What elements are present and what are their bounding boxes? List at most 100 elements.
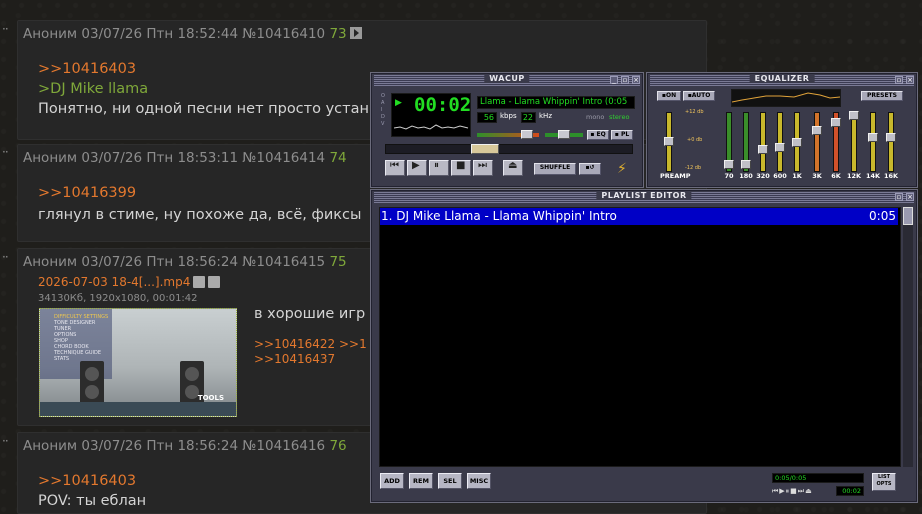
eq-band-slider[interactable] — [760, 112, 766, 172]
close-icon[interactable]: × — [906, 193, 914, 201]
post-number[interactable]: №10416410 — [242, 26, 325, 42]
eq-curve-graph — [731, 89, 841, 107]
visualizer[interactable] — [394, 118, 470, 134]
reply-link[interactable]: >>10416403 — [38, 471, 136, 491]
eq-band-handle[interactable] — [812, 126, 822, 135]
playlist-window[interactable]: PLAYLIST EDITOR ▫ × — [370, 189, 918, 503]
eq-band-handle[interactable] — [849, 111, 859, 120]
wacup-logo-icon[interactable]: ⚡ — [617, 161, 637, 179]
time-display[interactable]: ▶ 00:02 — [391, 93, 471, 137]
close-icon[interactable]: × — [632, 76, 640, 84]
post-number[interactable]: №10416416 — [242, 438, 325, 454]
mono-indicator: mono — [586, 113, 605, 121]
video-thumbnail[interactable]: DIFFICULTY SETTINGS TONE DESIGNER TUNER … — [39, 308, 237, 417]
shade-icon[interactable]: ▫ — [895, 193, 903, 201]
play-icon[interactable] — [349, 27, 362, 39]
post-author[interactable]: Аноним — [23, 26, 77, 42]
mini-transport[interactable]: ⏮▶⏸■⏭⏏ — [772, 487, 813, 496]
stereo-indicator: stereo — [609, 113, 630, 121]
playlist-scrollbar[interactable] — [903, 207, 913, 467]
player-titlebar[interactable]: WACUP _ ▫ × — [374, 74, 640, 86]
playlist-item[interactable]: 1. DJ Mike Llama - Llama Whippin' Intro … — [380, 208, 898, 225]
balance-handle[interactable] — [558, 130, 570, 139]
close-icon[interactable]: × — [906, 76, 914, 84]
volume-handle[interactable] — [521, 130, 533, 139]
select-button[interactable]: SEL — [438, 473, 462, 489]
seek-bar[interactable] — [385, 144, 633, 154]
reply-link[interactable]: >>10416399 — [38, 183, 136, 203]
eq-band-label: 1K — [792, 172, 802, 180]
eq-band-handle[interactable] — [724, 160, 734, 169]
pause-icon: ⏸ — [434, 160, 439, 171]
pause-button[interactable] — [429, 160, 449, 176]
eq-band-handle[interactable] — [831, 118, 841, 127]
remove-button[interactable]: REM — [409, 473, 433, 489]
preamp-handle[interactable] — [664, 137, 674, 146]
post-author[interactable]: Аноним — [23, 150, 77, 166]
pl-toggle-button[interactable]: ▪ PL — [611, 130, 633, 140]
post-header: Аноним 03/07/26 Птн 18:53:11 №10416414 7… — [23, 150, 347, 166]
stop-icon: ■ — [456, 160, 466, 171]
shuffle-button[interactable]: SHUFFLE — [534, 163, 576, 175]
misc-button[interactable]: MISC — [467, 473, 491, 489]
list-options-button[interactable]: LIST OPTS — [872, 473, 896, 491]
eq-band-slider[interactable] — [888, 112, 894, 172]
post-number[interactable]: №10416415 — [242, 254, 325, 270]
reply-backlink[interactable]: >>10416422 >>1 — [254, 337, 367, 352]
presets-button[interactable]: PRESETS — [861, 91, 903, 101]
song-title-display[interactable]: Llama - Llama Whippin' Intro (0:05 — [477, 96, 635, 109]
playlist-scroll-handle[interactable] — [903, 207, 913, 225]
search-icon[interactable] — [193, 276, 206, 288]
file-name[interactable]: 2026-07-03 18-4[...].mp4 — [38, 275, 190, 289]
download-icon[interactable] — [208, 276, 221, 288]
eq-auto-button[interactable]: ▪AUTO — [683, 91, 715, 101]
eq-band-slider[interactable] — [814, 112, 820, 172]
post-header: Аноним 03/07/26 Птн 18:56:24 №10416415 7… — [23, 254, 347, 270]
minimize-icon[interactable]: _ — [610, 76, 618, 84]
seek-handle[interactable] — [471, 144, 499, 154]
eq-toggle-button[interactable]: ▪ EQ — [587, 130, 609, 140]
repeat-button[interactable]: ▪↺ — [579, 163, 601, 175]
eq-band-handle[interactable] — [775, 143, 785, 152]
post-text: в хорошие игр — [254, 306, 366, 322]
eq-band-handle[interactable] — [868, 133, 878, 142]
playlist-item-title: 1. DJ Mike Llama - Llama Whippin' Intro — [381, 209, 617, 223]
post-text: глянул в стиме, ну похоже да, всё, фиксы — [38, 207, 362, 223]
eq-band-handle[interactable] — [758, 145, 768, 154]
shade-icon[interactable]: ▫ — [895, 76, 903, 84]
reply-link[interactable]: >>10416403 — [38, 59, 136, 79]
reply-backlink[interactable]: >>10416437 — [254, 352, 335, 367]
kbps-label: kbps — [500, 112, 517, 120]
eq-band-slider[interactable] — [851, 112, 857, 172]
eq-band-slider[interactable] — [870, 112, 876, 172]
eq-band-handle[interactable] — [886, 133, 896, 142]
eq-band-label: 12K — [846, 172, 862, 180]
post-author[interactable]: Аноним — [23, 254, 77, 270]
playlist-area[interactable] — [379, 207, 901, 467]
shade-icon[interactable]: ▫ — [621, 76, 629, 84]
eq-band-handle[interactable] — [792, 138, 802, 147]
file-info: 2026-07-03 18-4[...].mp4 — [38, 275, 221, 289]
post-text: POV: ты еблан — [38, 493, 147, 509]
equalizer-titlebar[interactable]: EQUALIZER ▫ × — [650, 74, 914, 86]
post-date: 03/07/26 Птн 18:56:24 — [81, 438, 239, 454]
playlist-titlebar[interactable]: PLAYLIST EDITOR ▫ × — [374, 191, 914, 203]
post-author[interactable]: Аноним — [23, 438, 77, 454]
eq-band-label: 14K — [865, 172, 881, 180]
post-count: 75 — [329, 254, 347, 270]
thumb-label: TOOLS — [197, 394, 224, 402]
eject-icon: ⏏ — [508, 160, 518, 171]
next-icon: ⏭ — [478, 160, 487, 171]
playlist-title: PLAYLIST EDITOR — [596, 191, 692, 200]
eq-on-button[interactable]: ▪ON — [657, 91, 681, 101]
playlist-info-display: 0:05/0:05 — [772, 473, 864, 483]
post-count: 73 — [329, 26, 347, 42]
add-button[interactable]: ADD — [380, 473, 404, 489]
eq-band-label: 600 — [773, 172, 787, 180]
post-number[interactable]: №10416414 — [242, 150, 325, 166]
prev-icon: ⏮ — [390, 160, 399, 171]
eq-band-handle[interactable] — [741, 160, 751, 169]
clutterbar[interactable]: OAIDV — [381, 93, 389, 133]
eq-band-slider[interactable] — [777, 112, 783, 172]
play-state-icon: ▶ — [395, 98, 402, 108]
